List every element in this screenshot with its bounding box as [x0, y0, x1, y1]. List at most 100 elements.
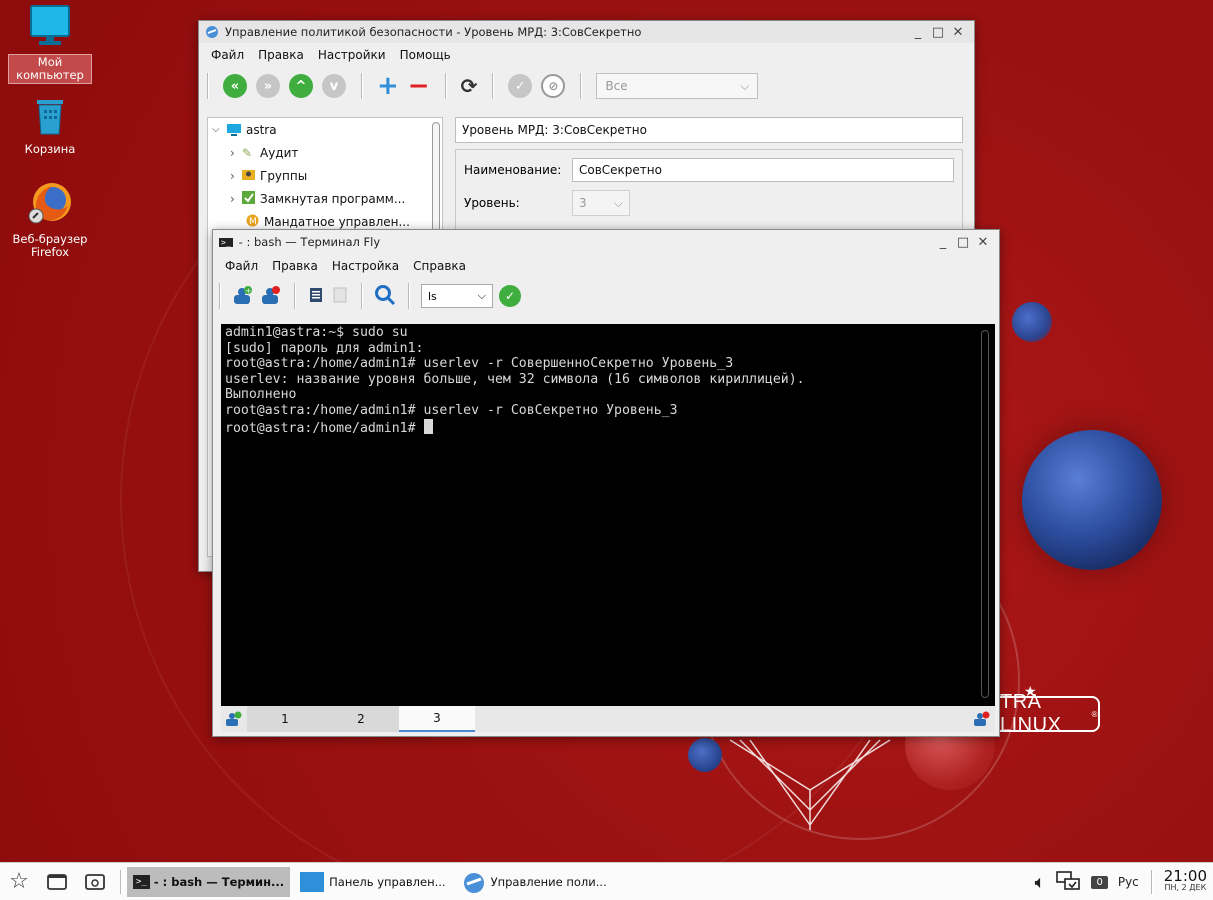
cancel-icon[interactable]: ⊘: [541, 74, 566, 98]
down-icon[interactable]: v: [322, 74, 346, 98]
chevron-right-icon: ›: [230, 168, 235, 183]
menu-settings[interactable]: Настройка: [332, 259, 399, 273]
new-session-icon[interactable]: +: [232, 285, 254, 308]
command-select[interactable]: ls ⌵: [421, 284, 493, 308]
chevron-down-icon: ⌵: [740, 78, 750, 93]
desktop-icon-trash[interactable]: Корзина: [8, 98, 92, 157]
copy-icon[interactable]: [307, 285, 325, 308]
trash-icon: [37, 100, 63, 135]
tree-item-closed-software[interactable]: › Замкнутая программ...: [208, 187, 442, 210]
chevron-down-icon: ⌵: [613, 195, 623, 210]
session-tab-3[interactable]: 3: [399, 706, 475, 732]
filter-select[interactable]: Все ⌵: [596, 73, 759, 99]
workspace-indicator[interactable]: 0: [1091, 875, 1108, 889]
keyboard-layout[interactable]: Рус: [1118, 875, 1139, 889]
terminal-line: root@astra:/home/admin1# userlev -r СовС…: [225, 402, 678, 418]
svg-text:M: M: [249, 217, 257, 227]
network-icon[interactable]: [1055, 870, 1081, 895]
menu-settings[interactable]: Настройки: [318, 48, 386, 62]
desktop-icon-firefox[interactable]: Веб-браузер Firefox: [8, 180, 92, 260]
toolbar: + ls ⌵ ✓: [213, 278, 999, 314]
task-security-policy[interactable]: Управление поли...: [456, 867, 613, 897]
maximize-button[interactable]: □: [928, 25, 948, 40]
menu-file[interactable]: Файл: [225, 259, 258, 273]
add-icon[interactable]: +: [377, 73, 399, 99]
terminal-line: admin1@astra:~$ sudo su: [225, 325, 408, 340]
wallpaper-sphere: [688, 738, 722, 772]
toolbar: « » ^ v + − ⟳ ✓ ⊘ Все ⌵: [199, 67, 974, 105]
closed-software-icon: [242, 190, 260, 207]
volume-icon[interactable]: 🔈︎: [1035, 872, 1046, 893]
terminal-prompt: root@astra:/home/admin1#: [225, 420, 424, 436]
terminal-line: Выполнено: [225, 387, 297, 403]
session-tab-2[interactable]: 2: [323, 706, 399, 732]
remove-icon[interactable]: −: [408, 73, 430, 99]
close-session-icon[interactable]: [260, 285, 282, 308]
desktop-icon-my-computer[interactable]: Мой компьютер: [8, 4, 92, 84]
search-icon[interactable]: [374, 284, 396, 309]
window-titlebar[interactable]: >_ - : bash — Терминал Fly _ □ ✕: [213, 230, 999, 254]
monitor-icon: [30, 5, 70, 45]
tree-item-root[interactable]: ⌵ astra: [208, 118, 442, 141]
wallpaper-tower: [729, 739, 891, 830]
tree-item-audit[interactable]: › ✎ Аудит: [208, 141, 442, 164]
close-button[interactable]: ✕: [973, 235, 993, 250]
terminal-line: root@astra:/home/admin1# userlev -r Сове…: [225, 356, 734, 372]
start-menu-star-icon[interactable]: ☆: [0, 869, 38, 894]
window-titlebar[interactable]: Управление политикой безопасности - Уров…: [199, 21, 974, 43]
window-list-icon[interactable]: [76, 872, 114, 892]
session-tab-1[interactable]: 1: [247, 706, 323, 732]
text-cursor: [423, 418, 433, 434]
close-button[interactable]: ✕: [948, 25, 968, 40]
apply-icon[interactable]: ✓: [508, 74, 533, 98]
new-tab-icon[interactable]: [221, 706, 247, 732]
minimize-button[interactable]: _: [908, 25, 928, 40]
level-form: Наименование: СовСекретно Уровень: 3 ⌵: [455, 149, 963, 239]
menu-edit[interactable]: Правка: [272, 259, 318, 273]
menu-file[interactable]: Файл: [211, 48, 244, 62]
show-desktop-icon[interactable]: [38, 872, 76, 892]
computer-icon: [227, 123, 241, 136]
terminal-output[interactable]: admin1@astra:~$ sudo su [sudo] пароль для…: [221, 324, 995, 706]
level-details-panel: Уровень МРД: 3:СовСекретно Наименование:…: [455, 117, 963, 239]
astra-linux-logo: TRA LINUX ®: [996, 691, 1100, 736]
tree-scrollbar[interactable]: [432, 122, 440, 232]
minimize-button[interactable]: _: [933, 235, 953, 250]
wallpaper-sphere: [1012, 302, 1052, 342]
refresh-icon[interactable]: ⟳: [461, 74, 478, 98]
chevron-down-icon: ⌵: [212, 124, 220, 135]
clock[interactable]: 21:00 ПН, 2 ДЕК: [1164, 869, 1207, 894]
menu-help[interactable]: Помощь: [400, 48, 451, 62]
task-control-panel[interactable]: Панель управлен...: [294, 867, 451, 897]
panel-header: Уровень МРД: 3:СовСекретно: [455, 117, 963, 143]
level-label: Уровень:: [464, 196, 520, 210]
security-shield-icon: [206, 26, 218, 38]
first-icon[interactable]: «: [223, 74, 247, 98]
terminal-icon: >_: [219, 237, 233, 247]
wallpaper-sphere: [1022, 430, 1162, 570]
system-tray: 🔈︎ 0 Рус 21:00 ПН, 2 ДЕК: [1035, 863, 1213, 900]
terminal-scrollbar[interactable]: [981, 330, 989, 698]
menubar: Файл Правка Настройки Помощь: [199, 43, 974, 67]
session-tabbar: 1 2 3: [221, 706, 995, 732]
menu-edit[interactable]: Правка: [258, 48, 304, 62]
level-select[interactable]: 3 ⌵: [572, 190, 630, 216]
menubar: Файл Правка Настройка Справка: [213, 254, 999, 278]
name-input[interactable]: СовСекретно: [572, 158, 954, 182]
terminal-line: [sudo] пароль для admin1:: [225, 340, 424, 356]
maximize-button[interactable]: □: [953, 235, 973, 250]
run-command-icon[interactable]: ✓: [499, 285, 521, 307]
tree-item-groups[interactable]: › Группы: [208, 164, 442, 187]
up-icon[interactable]: ^: [289, 74, 313, 98]
groups-icon: [242, 168, 260, 183]
paste-icon[interactable]: [331, 285, 349, 308]
taskbar: ☆ >_ - : bash — Термин... Панель управле…: [0, 862, 1213, 900]
firefox-icon: [28, 183, 71, 224]
chevron-right-icon: ›: [230, 191, 235, 206]
close-tab-icon[interactable]: [969, 706, 995, 732]
terminal-line: userlev: название уровня больше, чем 32 …: [225, 371, 805, 387]
task-terminal[interactable]: >_ - : bash — Термин...: [127, 866, 291, 897]
menu-help[interactable]: Справка: [413, 259, 466, 273]
next-icon[interactable]: »: [256, 74, 280, 98]
terminal-window: >_ - : bash — Терминал Fly _ □ ✕ Файл Пр…: [212, 229, 1000, 737]
